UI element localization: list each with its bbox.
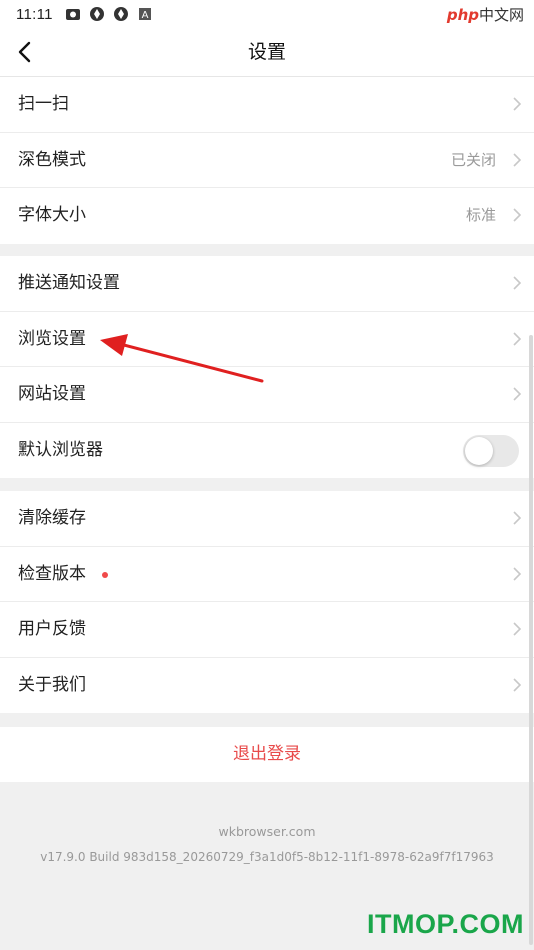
brand-cn: 中文网 (478, 6, 524, 24)
status-right-label: php中文网 (447, 4, 524, 25)
default-browser-toggle[interactable] (463, 434, 519, 467)
row-label: 扫一扫 (18, 94, 69, 114)
row-label: 清除缓存 (18, 508, 86, 528)
row-label: 网站设置 (18, 384, 86, 405)
settings-group-about: 清除缓存 检查版本 用户反馈 关于我们 (0, 491, 534, 714)
chevron-right-icon (513, 387, 522, 401)
row-label: 浏览设置 (18, 328, 86, 349)
row-value: 标准 (465, 206, 496, 225)
a-icon: A (138, 8, 151, 21)
watermark: ITMOP.COM (366, 909, 524, 939)
scrollbar[interactable] (529, 335, 533, 945)
chevron-right-icon (513, 208, 522, 222)
footer-site: wkbrowser.com (218, 824, 316, 839)
row-font-size[interactable]: 字体大小 标准 (0, 188, 534, 244)
nav-bar: 设置 (0, 28, 534, 77)
update-badge-dot (102, 571, 108, 578)
row-check-version[interactable]: 检查版本 (0, 547, 534, 603)
page-title: 设置 (247, 41, 286, 63)
row-site-settings[interactable]: 网站设置 (0, 367, 534, 423)
logout-button[interactable]: 退出登录 (0, 727, 534, 782)
chevron-right-icon (513, 511, 522, 525)
chevron-right-icon (513, 567, 522, 581)
row-label: 关于我们 (18, 674, 86, 695)
row-dark-mode[interactable]: 深色模式 已关闭 (0, 133, 534, 189)
status-bar: 11:11 A php中文网 (0, 0, 534, 28)
camera-icon (65, 9, 80, 20)
row-scan[interactable]: 扫一扫 (0, 77, 534, 133)
chevron-right-icon (513, 622, 522, 636)
row-label: 检查版本 (18, 563, 86, 584)
row-about-us[interactable]: 关于我们 (0, 658, 534, 714)
chevron-right-icon (513, 678, 522, 692)
toggle-knob (465, 436, 493, 465)
chevron-right-icon (513, 332, 522, 346)
chevron-right-icon (513, 153, 522, 167)
settings-group-general: 扫一扫 深色模式 已关闭 字体大小 标准 (0, 77, 534, 244)
svg-text:A: A (141, 10, 148, 21)
sync-icon (113, 7, 128, 21)
row-browse-settings[interactable]: 浏览设置 (0, 312, 534, 368)
row-label: 推送通知设置 (18, 273, 120, 293)
row-default-browser: 默认浏览器 (0, 423, 534, 479)
row-label: 默认浏览器 (18, 439, 103, 460)
settings-group-browsing: 推送通知设置 浏览设置 网站设置 默认浏览器 (0, 256, 534, 479)
row-label: 字体大小 (18, 205, 86, 226)
row-label: 深色模式 (18, 149, 86, 170)
status-time: 11:11 (16, 5, 53, 23)
chevron-left-icon[interactable] (14, 40, 38, 64)
sync-icon (89, 7, 104, 21)
row-value: 已关闭 (450, 150, 496, 169)
brand-php: php (446, 6, 479, 24)
chevron-right-icon (513, 276, 522, 290)
footer-version: v17.9.0 Build 983d158_20260729_f3a1d0f5-… (40, 850, 494, 864)
row-feedback[interactable]: 用户反馈 (0, 602, 534, 658)
row-clear-cache[interactable]: 清除缓存 (0, 491, 534, 547)
row-push-settings[interactable]: 推送通知设置 (0, 256, 534, 312)
row-label: 用户反馈 (18, 619, 86, 640)
chevron-right-icon (513, 97, 522, 111)
